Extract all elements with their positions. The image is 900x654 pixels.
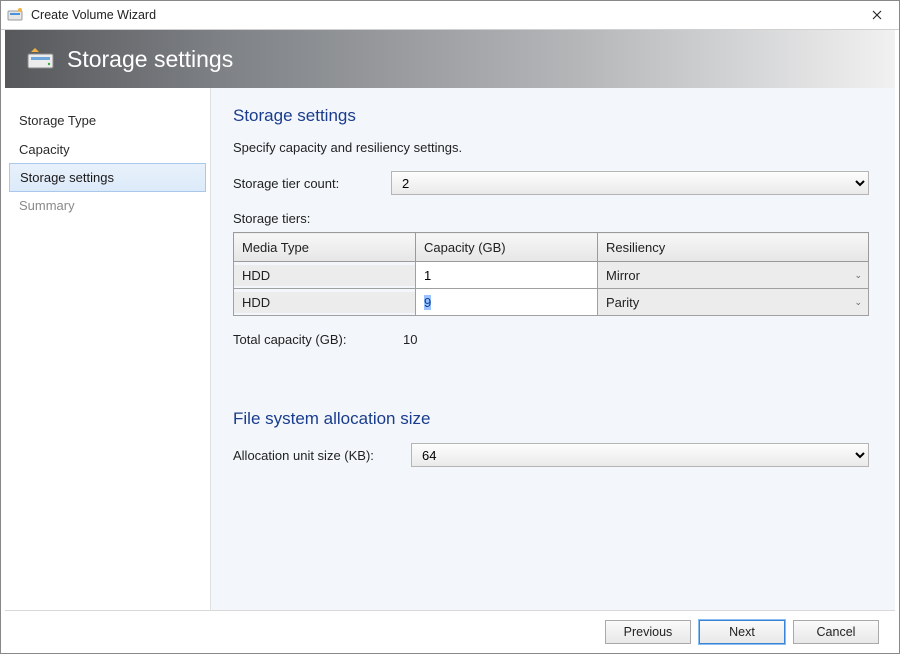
cell-media-type: HDD <box>234 265 415 286</box>
tier-count-label: Storage tier count: <box>233 176 391 191</box>
sidebar-item-storage-type[interactable]: Storage Type <box>5 106 210 135</box>
resiliency-value: Parity <box>606 295 639 310</box>
main-panel: Storage settings Specify capacity and re… <box>211 88 895 610</box>
wizard-body: Storage Type Capacity Storage settings S… <box>5 88 895 610</box>
total-capacity-value: 10 <box>391 332 417 347</box>
section-storage-settings-title: Storage settings <box>233 106 869 126</box>
table-row: HDD Parity ⌄ <box>234 289 869 316</box>
resiliency-select-0[interactable]: Mirror ⌄ <box>598 262 868 288</box>
window-title: Create Volume Wizard <box>31 8 855 22</box>
wizard-window: Create Volume Wizard Storage settings St… <box>0 0 900 654</box>
resiliency-select-1[interactable]: Parity ⌄ <box>598 289 868 315</box>
table-row: HDD Mirror ⌄ <box>234 262 869 289</box>
cell-media-type: HDD <box>234 292 415 313</box>
wizard-footer: Previous Next Cancel <box>5 610 895 653</box>
total-capacity-label: Total capacity (GB): <box>233 332 391 347</box>
col-resiliency[interactable]: Resiliency <box>598 233 869 262</box>
close-icon <box>872 10 882 20</box>
storage-tiers-label: Storage tiers: <box>233 211 869 226</box>
section-storage-settings-desc: Specify capacity and resiliency settings… <box>233 140 869 155</box>
wizard-header: Storage settings <box>5 30 895 88</box>
chevron-down-icon: ⌄ <box>854 270 862 281</box>
close-button[interactable] <box>855 1 899 29</box>
capacity-input-0[interactable] <box>416 262 597 288</box>
next-button[interactable]: Next <box>699 620 785 644</box>
sidebar-item-summary: Summary <box>5 191 210 220</box>
sidebar-item-capacity[interactable]: Capacity <box>5 135 210 164</box>
storage-tiers-table: Media Type Capacity (GB) Resiliency HDD … <box>233 232 869 316</box>
title-bar: Create Volume Wizard <box>1 1 899 30</box>
allocation-unit-select[interactable]: 64 <box>411 443 869 467</box>
app-icon <box>7 7 25 23</box>
sidebar: Storage Type Capacity Storage settings S… <box>5 88 211 610</box>
section-allocation-title: File system allocation size <box>233 409 869 429</box>
sidebar-item-storage-settings[interactable]: Storage settings <box>9 163 206 192</box>
header-title: Storage settings <box>67 46 233 73</box>
col-capacity[interactable]: Capacity (GB) <box>416 233 598 262</box>
previous-button[interactable]: Previous <box>605 620 691 644</box>
capacity-input-1[interactable] <box>416 289 597 315</box>
resiliency-value: Mirror <box>606 268 640 283</box>
col-media-type[interactable]: Media Type <box>234 233 416 262</box>
allocation-unit-label: Allocation unit size (KB): <box>233 448 411 463</box>
cancel-button[interactable]: Cancel <box>793 620 879 644</box>
tier-count-select[interactable]: 2 <box>391 171 869 195</box>
chevron-down-icon: ⌄ <box>854 297 862 308</box>
drive-icon <box>27 46 57 72</box>
